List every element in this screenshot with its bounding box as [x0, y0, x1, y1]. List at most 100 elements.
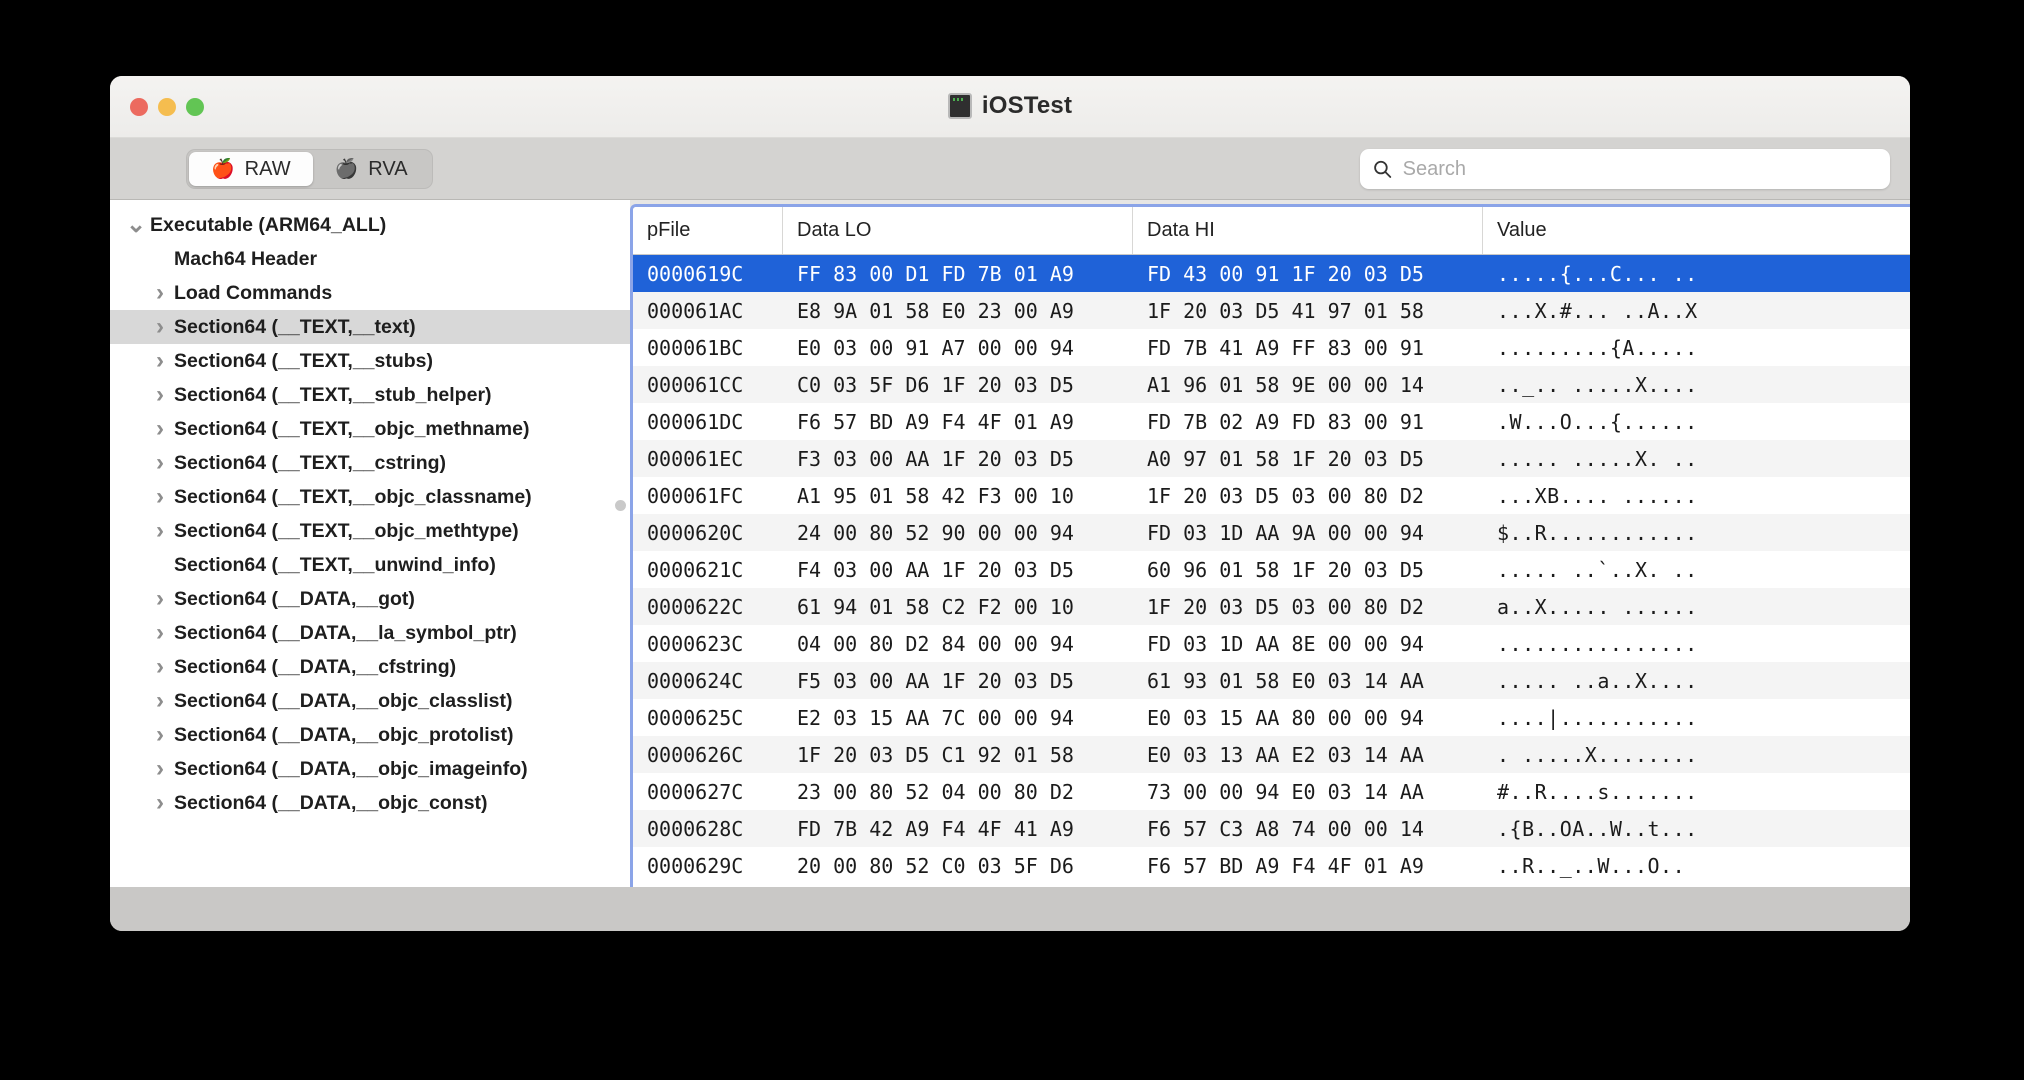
tree-item[interactable]: › Section64 (__DATA,__objc_imageinfo)	[110, 752, 630, 786]
tree-item[interactable]: › Section64 (__DATA,__objc_protolist)	[110, 718, 630, 752]
cell-data-hi: F6 57 BD A9 F4 4F 01 A9	[1147, 853, 1424, 878]
chevron-right-icon[interactable]: ›	[146, 687, 174, 715]
table-row[interactable]: 000061BC E0 03 00 91 A7 00 00 94 FD 7B 41 …	[633, 329, 1910, 366]
cell-data-lo: E2 03 15 AA 7C 00 00 94	[797, 705, 1074, 730]
chevron-right-icon[interactable]: ›	[146, 313, 174, 341]
chevron-right-icon[interactable]: ›	[146, 721, 174, 749]
view-mode-segmented-control[interactable]: 🍎 RAW 🍎 RVA	[186, 149, 433, 189]
column-header-data-lo[interactable]: Data LO	[783, 207, 1133, 254]
cell-data-hi: 60 96 01 58 1F 20 03 D5	[1147, 557, 1424, 582]
table-row[interactable]: 0000626C 1F 20 03 D5 C1 92 01 58 E0 03 13 …	[633, 736, 1910, 773]
cell-data-lo: F3 03 00 AA 1F 20 03 D5	[797, 446, 1074, 471]
chevron-right-icon[interactable]: ›	[146, 381, 174, 409]
chevron-right-icon[interactable]: ›	[146, 415, 174, 443]
cell-data-lo: E0 03 00 91 A7 00 00 94	[797, 335, 1074, 360]
tree-item[interactable]: › Section64 (__TEXT,__objc_methname)	[110, 412, 630, 446]
cell-value: ..... .....X. ..	[1497, 446, 1698, 471]
tree-item[interactable]: › Section64 (__DATA,__objc_classlist)	[110, 684, 630, 718]
table-row[interactable]: 0000622C 61 94 01 58 C2 F2 00 10 1F 20 03 …	[633, 588, 1910, 625]
chevron-right-icon[interactable]: ›	[146, 789, 174, 817]
cell-data-lo: F4 03 00 AA 1F 20 03 D5	[797, 557, 1074, 582]
chevron-right-icon[interactable]: ›	[146, 755, 174, 783]
cell-data-hi: A1 96 01 58 9E 00 00 14	[1147, 372, 1424, 397]
outline-sidebar[interactable]: ⌄ Executable (ARM64_ALL) Mach64 Header › Loa…	[110, 200, 630, 887]
tree-item-label: Section64 (__DATA,__cfstring)	[174, 655, 457, 678]
chevron-right-icon[interactable]: ›	[146, 619, 174, 647]
table-body[interactable]: 0000619C FF 83 00 D1 FD 7B 01 A9 FD 43 00 …	[633, 255, 1910, 887]
cell-pfile: 0000621C	[647, 557, 744, 582]
tree-item[interactable]: › Section64 (__TEXT,__objc_classname)	[110, 480, 630, 514]
tree-item[interactable]: › Section64 (__TEXT,__text)	[110, 310, 630, 344]
chevron-right-icon[interactable]: ›	[146, 517, 174, 545]
search-field[interactable]	[1360, 149, 1890, 189]
table-row[interactable]: 000061DC F6 57 BD A9 F4 4F 01 A9 FD 7B 02 …	[633, 403, 1910, 440]
column-header-pfile[interactable]: pFile	[633, 207, 783, 254]
cell-value: .........{A.....	[1497, 335, 1698, 360]
table-row[interactable]: 000061FC A1 95 01 58 42 F3 00 10 1F 20 03 …	[633, 477, 1910, 514]
table-row[interactable]: 0000625C E2 03 15 AA 7C 00 00 94 E0 03 15 …	[633, 699, 1910, 736]
cell-value: a..X..... ......	[1497, 594, 1698, 619]
tab-raw[interactable]: 🍎 RAW	[189, 152, 313, 186]
search-input[interactable]	[1402, 157, 1878, 181]
cell-value: $..R............	[1497, 520, 1698, 545]
table-row[interactable]: 0000620C 24 00 80 52 90 00 00 94 FD 03 1D …	[633, 514, 1910, 551]
structure-tree[interactable]: ⌄ Executable (ARM64_ALL) Mach64 Header › Loa…	[110, 208, 630, 820]
chevron-right-icon[interactable]: ›	[146, 653, 174, 681]
cell-pfile: 0000624C	[647, 668, 744, 693]
cell-data-hi: FD 03 1D AA 9A 00 00 94	[1147, 520, 1424, 545]
tree-item[interactable]: › Section64 (__DATA,__cfstring)	[110, 650, 630, 684]
cell-pfile: 000061FC	[647, 483, 744, 508]
table-row[interactable]: 0000628C FD 7B 42 A9 F4 4F 41 A9 F6 57 C3 …	[633, 810, 1910, 847]
tab-rva[interactable]: 🍎 RVA	[313, 152, 430, 186]
table-row[interactable]: 0000624C F5 03 00 AA 1F 20 03 D5 61 93 01 …	[633, 662, 1910, 699]
cell-pfile: 0000626C	[647, 742, 744, 767]
table-row[interactable]: 0000619C FF 83 00 D1 FD 7B 01 A9 FD 43 00 …	[633, 255, 1910, 292]
tree-item[interactable]: › Section64 (__DATA,__objc_const)	[110, 786, 630, 820]
table-row[interactable]: 0000629C 20 00 80 52 C0 03 5F D6 F6 57 BD …	[633, 847, 1910, 884]
sidebar-scrollbar-thumb[interactable]	[615, 500, 626, 511]
tree-item[interactable]: › Load Commands	[110, 276, 630, 310]
apple-red-icon: 🍎	[211, 158, 235, 180]
tree-item[interactable]: › Section64 (__DATA,__got)	[110, 582, 630, 616]
table-row[interactable]: 0000623C 04 00 80 D2 84 00 00 94 FD 03 1D …	[633, 625, 1910, 662]
chevron-right-icon[interactable]: ›	[146, 483, 174, 511]
chevron-right-icon[interactable]: ›	[146, 585, 174, 613]
chevron-right-icon[interactable]: ›	[146, 449, 174, 477]
chevron-right-icon[interactable]: ›	[146, 347, 174, 375]
cell-pfile: 0000625C	[647, 705, 744, 730]
cell-data-lo: 04 00 80 D2 84 00 00 94	[797, 631, 1074, 656]
cell-value: ...X.#... ..A..X	[1497, 298, 1698, 323]
sidebar-scrollbar[interactable]	[615, 200, 627, 887]
toolbar: 🍎 RAW 🍎 RVA	[110, 138, 1910, 200]
cell-data-lo: 61 94 01 58 C2 F2 00 10	[797, 594, 1074, 619]
tree-item[interactable]: › Section64 (__TEXT,__stub_helper)	[110, 378, 630, 412]
tree-item[interactable]: › Section64 (__TEXT,__cstring)	[110, 446, 630, 480]
tree-item[interactable]: › Section64 (__DATA,__la_symbol_ptr)	[110, 616, 630, 650]
cell-pfile: 000061BC	[647, 335, 744, 360]
cell-pfile: 000061AC	[647, 298, 744, 323]
cell-pfile: 0000622C	[647, 594, 744, 619]
table-row[interactable]: 000061AC E8 9A 01 58 E0 23 00 A9 1F 20 03 …	[633, 292, 1910, 329]
cell-value: ..... ..`..X. ..	[1497, 557, 1698, 582]
cell-data-lo: E8 9A 01 58 E0 23 00 A9	[797, 298, 1074, 323]
column-header-value[interactable]: Value	[1483, 207, 1910, 254]
chevron-right-icon[interactable]: ›	[146, 279, 174, 307]
table-row[interactable]: 0000621C F4 03 00 AA 1F 20 03 D5 60 96 01 …	[633, 551, 1910, 588]
tree-item[interactable]: › Section64 (__TEXT,__objc_methtype)	[110, 514, 630, 548]
cell-data-hi: FD 7B 41 A9 FF 83 00 91	[1147, 335, 1424, 360]
tree-item[interactable]: ⌄ Executable (ARM64_ALL)	[110, 208, 630, 242]
cell-data-hi: F6 57 C3 A8 74 00 00 14	[1147, 816, 1424, 841]
table-row[interactable]: 000061EC F3 03 00 AA 1F 20 03 D5 A0 97 01 …	[633, 440, 1910, 477]
tree-item-label: Section64 (__TEXT,__objc_classname)	[174, 485, 532, 508]
cell-data-hi: A0 97 01 58 1F 20 03 D5	[1147, 446, 1424, 471]
table-row[interactable]: 000061CC C0 03 5F D6 1F 20 03 D5 A1 96 01 …	[633, 366, 1910, 403]
tree-item[interactable]: Mach64 Header	[110, 242, 630, 276]
chevron-down-icon[interactable]: ⌄	[122, 213, 150, 237]
cell-data-hi: FD 43 00 91 1F 20 03 D5	[1147, 261, 1424, 286]
tree-item[interactable]: › Section64 (__TEXT,__stubs)	[110, 344, 630, 378]
column-header-data-hi[interactable]: Data HI	[1133, 207, 1483, 254]
table-row[interactable]: 0000627C 23 00 80 52 04 00 80 D2 73 00 00 …	[633, 773, 1910, 810]
tree-item[interactable]: Section64 (__TEXT,__unwind_info)	[110, 548, 630, 582]
hex-table-pane[interactable]: pFile Data LO Data HI Value 0000619C FF 8…	[630, 204, 1910, 887]
cell-value: ....|...........	[1497, 705, 1698, 730]
